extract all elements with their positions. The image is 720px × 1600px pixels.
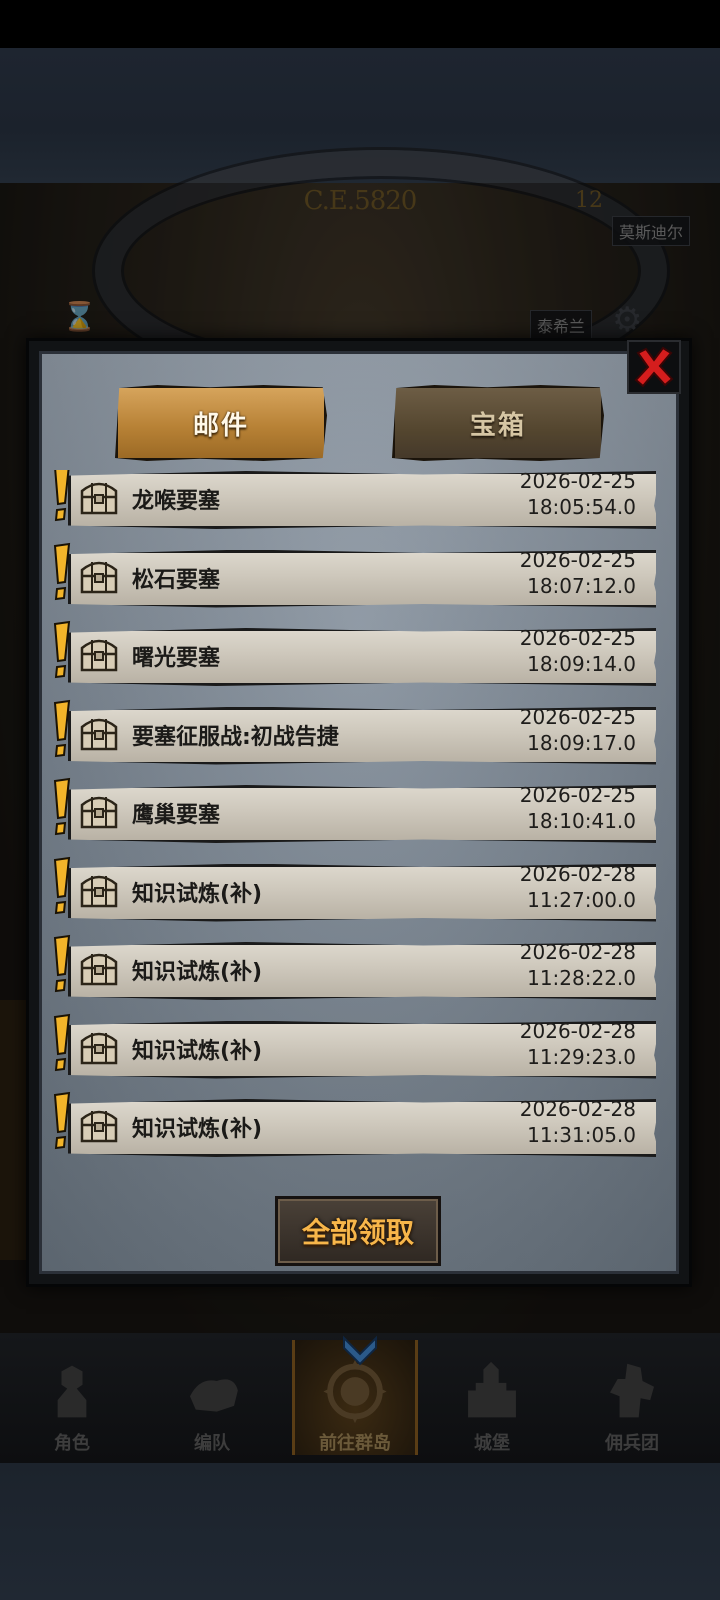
mail-time: 11:31:05.0 xyxy=(527,1123,636,1147)
mail-item[interactable]: 龙喉要塞 2026-02-25 18:05:54.0 xyxy=(46,470,656,533)
mail-date: 2026-02-25 xyxy=(519,783,636,807)
mail-date: 2026-02-28 xyxy=(519,1097,636,1121)
mail-date: 2026-02-28 xyxy=(519,940,636,964)
mail-title: 龙喉要塞 xyxy=(132,489,221,514)
mail-time: 11:29:23.0 xyxy=(527,1044,636,1069)
exclamation-icon xyxy=(53,542,71,600)
nav-item-team[interactable]: 编队 xyxy=(152,1340,272,1455)
mail-time: 11:28:22.0 xyxy=(527,966,636,990)
mail-date: 2026-02-25 xyxy=(519,470,636,493)
chest-icon xyxy=(80,482,118,515)
tab-chest[interactable]: 宝箱 xyxy=(392,385,604,461)
exclamation-icon xyxy=(53,620,71,679)
mercenary-icon xyxy=(609,1363,655,1418)
nav-label: 前往群岛 xyxy=(319,1433,391,1454)
mail-time: 18:05:54.0 xyxy=(527,495,636,519)
chest-icon xyxy=(80,639,118,672)
mail-title: 知识试炼(补) xyxy=(132,1038,263,1064)
mail-item[interactable]: 鹰巢要塞 2026-02-25 18:10:41.0 xyxy=(46,777,656,847)
chest-icon xyxy=(80,875,118,907)
exclamation-icon xyxy=(53,1091,71,1150)
chest-icon xyxy=(80,1110,118,1143)
mail-title: 鹰巢要塞 xyxy=(132,803,221,828)
close-icon xyxy=(634,346,674,388)
mail-list[interactable]: 龙喉要塞 2026-02-25 18:05:54.0 松石要塞 2026-02-25 18… xyxy=(46,470,656,1170)
chest-icon xyxy=(80,796,118,829)
claim-all-button[interactable]: 全部领取 xyxy=(275,1196,441,1266)
close-button[interactable] xyxy=(627,340,681,394)
mail-title: 知识试炼(补) xyxy=(132,1117,263,1142)
mail-time: 18:10:41.0 xyxy=(527,809,636,833)
exclamation-icon xyxy=(53,934,71,993)
knight-icon xyxy=(57,1365,87,1418)
mail-date: 2026-02-25 xyxy=(519,626,636,650)
exclamation-icon xyxy=(53,856,71,914)
mail-date: 2026-02-25 xyxy=(519,704,636,729)
mail-time: 18:09:14.0 xyxy=(527,652,636,676)
mail-item[interactable]: 知识试炼(补) 2026-02-28 11:27:00.0 xyxy=(46,856,656,926)
tab-mail[interactable]: 邮件 xyxy=(115,385,327,461)
chevron-down-icon xyxy=(343,1335,377,1366)
mail-date: 2026-02-28 xyxy=(519,1018,636,1043)
castle-icon xyxy=(468,1361,516,1418)
mail-item[interactable]: 知识试炼(补) 2026-02-28 11:28:22.0 xyxy=(46,934,656,1004)
mail-item[interactable]: 知识试炼(补) 2026-02-28 11:31:05.0 xyxy=(46,1091,656,1161)
exclamation-icon xyxy=(54,470,70,522)
mail-time: 18:07:12.0 xyxy=(527,573,636,598)
chest-icon xyxy=(80,1032,118,1064)
mail-title: 松石要塞 xyxy=(132,567,221,593)
mail-item[interactable]: 曙光要塞 2026-02-25 18:09:14.0 xyxy=(46,620,656,690)
nav-label: 编队 xyxy=(194,1433,230,1454)
exclamation-icon xyxy=(53,1013,71,1071)
chest-icon xyxy=(80,718,118,750)
mail-time: 18:09:17.0 xyxy=(527,730,636,755)
claim-all-label: 全部领取 xyxy=(301,1216,414,1249)
mail-item[interactable]: 松石要塞 2026-02-25 18:07:12.0 xyxy=(46,542,656,612)
mail-title: 要塞征服战:初战告捷 xyxy=(132,724,339,750)
nav-label: 佣兵团 xyxy=(605,1433,659,1454)
mail-title: 曙光要塞 xyxy=(132,646,221,671)
team-icon xyxy=(189,1379,238,1412)
nav-label: 角色 xyxy=(54,1433,90,1454)
nav-item-castle[interactable]: 城堡 xyxy=(432,1340,552,1455)
mail-title: 知识试炼(补) xyxy=(132,960,263,985)
mail-time: 11:27:00.0 xyxy=(527,887,636,912)
mail-title: 知识试炼(补) xyxy=(132,881,263,907)
exclamation-icon xyxy=(53,777,71,836)
mail-date: 2026-02-28 xyxy=(519,861,636,886)
bottom-backdrop xyxy=(0,1463,720,1600)
chest-icon xyxy=(80,953,118,986)
mail-item[interactable]: 要塞征服战:初战告捷 2026-02-25 18:09:17.0 xyxy=(46,699,656,769)
mail-date: 2026-02-25 xyxy=(519,547,636,572)
nav-item-knight[interactable]: 角色 xyxy=(12,1340,132,1455)
tab-label: 邮件 xyxy=(192,410,249,441)
nav-item-mercenary[interactable]: 佣兵团 xyxy=(572,1340,692,1455)
chest-icon xyxy=(80,561,118,593)
tab-label: 宝箱 xyxy=(469,410,526,441)
status-bar xyxy=(0,0,720,48)
nav-label: 城堡 xyxy=(474,1433,510,1454)
mail-item[interactable]: 知识试炼(补) 2026-02-28 11:29:23.0 xyxy=(46,1013,656,1083)
exclamation-icon xyxy=(53,699,71,757)
